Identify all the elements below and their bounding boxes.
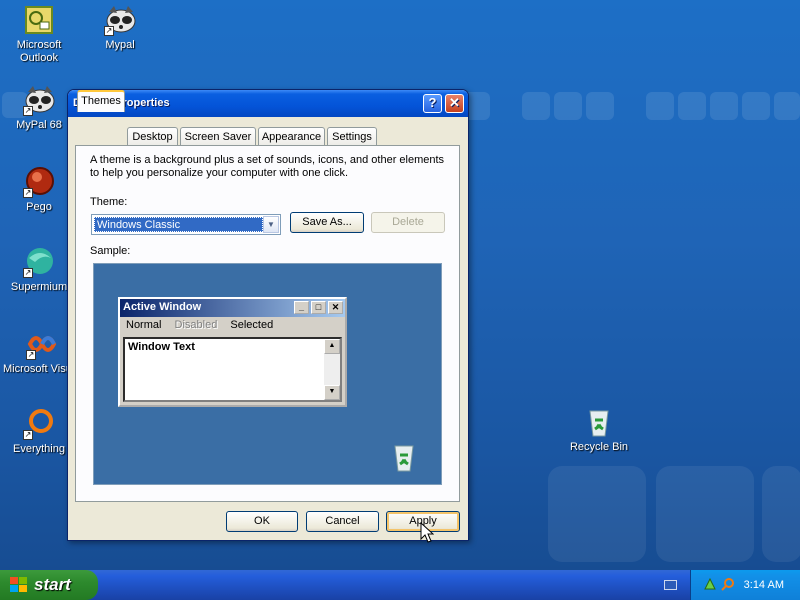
windows-logo-icon	[10, 577, 28, 593]
preview-scrollbar: ▲ ▼	[324, 339, 340, 400]
preview-titlebar: Active Window _ □ ✕	[120, 299, 345, 317]
minimize-icon: _	[294, 301, 309, 314]
desktop-decoration	[678, 92, 706, 120]
keyboard-icon[interactable]	[664, 580, 677, 590]
save-as-button[interactable]: Save As...	[290, 212, 364, 233]
system-tray: 3:14 AM	[690, 570, 800, 600]
recycle-bin-icon	[390, 442, 418, 472]
preview-window-text: Window Text ▲ ▼	[123, 337, 342, 402]
outlook-icon	[23, 4, 55, 36]
sample-label: Sample:	[90, 245, 131, 257]
mypal-icon: ↗	[104, 4, 136, 36]
cancel-button[interactable]: Cancel	[306, 511, 379, 532]
maximize-icon: □	[311, 301, 326, 314]
preview-menu-normal: Normal	[126, 319, 162, 331]
supermium-icon: ↗	[23, 246, 55, 278]
tab-desktop[interactable]: Desktop	[127, 127, 178, 146]
desktop-icon-label: Microsoft Outlook	[16, 39, 62, 64]
desktop-icon-mypal[interactable]: ↗ Mypal	[81, 4, 159, 52]
scroll-up-icon: ▲	[324, 339, 340, 354]
desktop-decoration	[656, 466, 754, 562]
tab-settings[interactable]: Settings	[327, 127, 377, 146]
desktop-decoration	[762, 466, 800, 562]
tab-label: Appearance	[261, 131, 322, 143]
shortcut-arrow-icon: ↗	[23, 268, 33, 278]
preview-title: Active Window	[123, 301, 202, 313]
taskbar: start 3:14 AM	[0, 570, 800, 600]
network-icon[interactable]	[703, 577, 717, 594]
preview-menu-disabled: Disabled	[174, 319, 218, 331]
shortcut-arrow-icon: ↗	[23, 188, 33, 198]
ok-button[interactable]: OK	[226, 511, 298, 532]
desktop-decoration	[710, 92, 738, 120]
shortcut-arrow-icon: ↗	[26, 350, 36, 360]
shortcut-arrow-icon: ↗	[23, 430, 33, 440]
tab-screen-saver[interactable]: Screen Saver	[180, 127, 256, 146]
tab-label: Themes	[81, 95, 121, 107]
theme-sample-preview: Active Window _ □ ✕ Normal Disabled Sele…	[93, 263, 442, 485]
preview-active-window: Active Window _ □ ✕ Normal Disabled Sele…	[118, 297, 347, 407]
desktop-decoration	[586, 92, 614, 120]
themes-description: A theme is a background plus a set of so…	[90, 154, 445, 179]
help-icon: ?	[428, 95, 437, 110]
preview-menu: Normal Disabled Selected	[120, 317, 345, 334]
desktop-decoration	[774, 92, 800, 120]
tab-themes[interactable]: Themes	[77, 90, 125, 112]
desktop-icon-label: Recycle Bin	[569, 441, 629, 453]
close-button[interactable]: ✕	[445, 94, 464, 113]
chevron-down-icon[interactable]: ▼	[263, 216, 279, 233]
shortcut-arrow-icon: ↗	[104, 26, 114, 36]
tab-appearance[interactable]: Appearance	[258, 127, 325, 146]
tab-label: Screen Saver	[184, 131, 252, 143]
desktop-decoration	[646, 92, 674, 120]
start-button[interactable]: start	[0, 570, 98, 600]
clock[interactable]: 3:14 AM	[744, 579, 784, 591]
search-icon[interactable]	[721, 577, 735, 594]
pego-icon: ↗	[23, 166, 55, 198]
window-titlebar[interactable]: Display Properties ? ✕	[68, 90, 468, 117]
desktop-decoration	[554, 92, 582, 120]
desktop-decoration	[522, 92, 550, 120]
tab-label: Desktop	[132, 131, 173, 143]
mypal-icon: ↗	[23, 84, 55, 116]
scroll-down-icon: ▼	[324, 385, 340, 400]
theme-select[interactable]: Windows Classic ▼	[91, 214, 281, 235]
delete-button[interactable]: Delete	[371, 212, 445, 233]
tab-label: Settings	[332, 131, 372, 143]
desktop-decoration	[742, 92, 770, 120]
desktop-icon-recycle-bin[interactable]: Recycle Bin	[560, 406, 638, 454]
everything-icon: ↗	[23, 408, 55, 440]
close-icon: ✕	[449, 95, 460, 110]
theme-label: Theme:	[90, 196, 128, 208]
close-icon: ✕	[328, 301, 343, 314]
preview-text: Window Text	[128, 341, 195, 353]
visual-studio-icon: ↗	[26, 328, 58, 360]
display-properties-window: Display Properties ? ✕ Themes Desktop Sc…	[67, 89, 469, 541]
preview-menu-selected: Selected	[230, 319, 274, 331]
desktop-icon-label: Mypal	[105, 39, 135, 51]
help-button[interactable]: ?	[423, 94, 442, 113]
desktop-icon-outlook[interactable]: Microsoft Outlook	[0, 4, 78, 65]
theme-select-value: Windows Classic	[94, 217, 263, 232]
desktop: { "desktop_icons": [ {"label": "Microsof…	[0, 0, 800, 600]
recycle-bin-icon	[583, 406, 615, 438]
start-label: start	[34, 575, 71, 594]
desktop-decoration	[548, 466, 646, 562]
shortcut-arrow-icon: ↗	[23, 106, 33, 116]
